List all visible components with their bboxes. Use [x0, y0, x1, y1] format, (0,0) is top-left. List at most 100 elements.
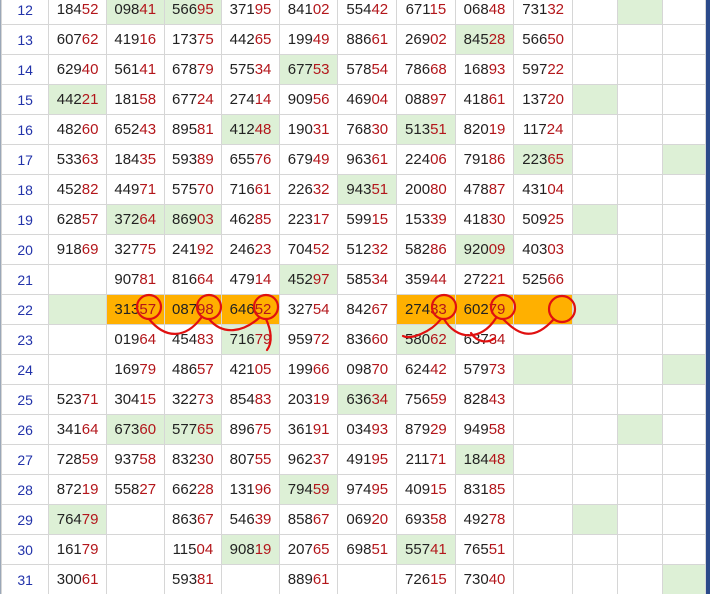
empty-cell [661, 114, 706, 145]
number-cell: 93758 [105, 444, 165, 475]
number-cell: 08897 [396, 84, 456, 115]
number-cell: 06848 [454, 0, 515, 25]
number-cell: 20765 [278, 534, 339, 565]
number-cell: 19031 [278, 114, 339, 145]
number-cell: 56695 [163, 0, 223, 25]
table-row: 23 01964 45483 71679 95972 83660 58062 63734 [1, 324, 706, 355]
number-cell: 96361 [337, 144, 398, 175]
number-cell: 84102 [278, 0, 339, 25]
empty-cell [571, 384, 618, 415]
row-number: 24 [1, 354, 50, 385]
number-cell: 48657 [163, 354, 223, 385]
empty-cell [571, 144, 618, 175]
number-cell: 22317 [278, 204, 339, 235]
empty-cell [661, 174, 706, 205]
table-row: 29 76479 86367 54639 85867 06920 69358 49278 [1, 504, 706, 535]
number-cell: 24623 [221, 234, 280, 265]
number-cell: 79459 [278, 474, 339, 505]
empty-cell [337, 564, 398, 594]
number-cell: 18435 [105, 144, 165, 175]
number-cell: 18158 [105, 84, 165, 115]
empty-cell [661, 504, 706, 535]
table-row: 17 53363 18435 59389 65576 67949 96361 22406 791… [1, 144, 706, 175]
row-number: 23 [1, 324, 50, 355]
number-cell: 50925 [513, 204, 573, 235]
empty-cell [48, 294, 107, 325]
number-cell: 37195 [221, 0, 280, 25]
empty-cell [571, 0, 618, 25]
number-cell: 35944 [396, 264, 456, 295]
empty-cell [616, 144, 663, 175]
number-cell: 86367 [163, 504, 223, 535]
number-cell: 51232 [337, 234, 398, 265]
table-row: 22 31357 08798 64652 32754 84267 27433 60279 [1, 294, 706, 325]
number-cell: 41861 [454, 84, 515, 115]
number-cell: 82843 [454, 384, 515, 415]
number-cell: 59722 [513, 54, 573, 85]
number-cell: 57534 [221, 54, 280, 85]
number-cell: 31357 [105, 294, 165, 325]
empty-cell [513, 444, 573, 475]
number-cell: 13720 [513, 84, 573, 115]
empty-cell [616, 264, 663, 295]
number-cell: 90819 [221, 534, 280, 565]
number-cell: 96237 [278, 444, 339, 475]
number-cell: 58286 [396, 234, 456, 265]
empty-cell [616, 114, 663, 145]
number-cell: 65243 [105, 114, 165, 145]
row-number: 30 [1, 534, 50, 565]
number-cell: 58534 [337, 264, 398, 295]
table-row: 12 18452 09841 56695 37195 84102 55442 67115 068… [1, 0, 706, 25]
empty-cell [616, 564, 663, 594]
table-row: 18 45282 44971 57570 71661 22632 94351 20080 478… [1, 174, 706, 205]
empty-cell [513, 414, 573, 445]
empty-cell [513, 294, 573, 325]
empty-cell [616, 354, 663, 385]
empty-cell [661, 24, 706, 55]
results-table-frame: 12 18452 09841 56695 37195 84102 55442 67115 068… [0, 0, 710, 594]
number-cell: 53363 [48, 144, 107, 175]
number-cell: 18448 [454, 444, 515, 475]
empty-cell [616, 504, 663, 535]
number-cell: 46285 [221, 204, 280, 235]
number-cell: 67949 [278, 144, 339, 175]
number-cell: 32754 [278, 294, 339, 325]
number-cell: 83230 [163, 444, 223, 475]
table-row: 20 91869 32775 24192 24623 70452 51232 58286 920… [1, 234, 706, 265]
number-cell: 22632 [278, 174, 339, 205]
number-cell: 49195 [337, 444, 398, 475]
empty-cell [571, 474, 618, 505]
empty-cell [616, 0, 663, 25]
number-cell: 67115 [396, 0, 456, 25]
empty-cell [571, 84, 618, 115]
number-cell: 67753 [278, 54, 339, 85]
number-cell: 41830 [454, 204, 515, 235]
number-cell: 19966 [278, 354, 339, 385]
empty-cell [571, 114, 618, 145]
number-cell: 58062 [396, 324, 456, 355]
number-cell: 52566 [513, 264, 573, 295]
number-cell: 30415 [105, 384, 165, 415]
number-cell: 63634 [337, 384, 398, 415]
results-table: 12 18452 09841 56695 37195 84102 55442 67115 068… [1, 0, 706, 594]
row-number: 20 [1, 234, 50, 265]
number-cell: 13196 [221, 474, 280, 505]
number-cell: 85483 [221, 384, 280, 415]
number-cell: 62940 [48, 54, 107, 85]
number-cell: 27433 [396, 294, 456, 325]
empty-cell [661, 414, 706, 445]
number-cell: 62442 [396, 354, 456, 385]
number-cell: 76551 [454, 534, 515, 565]
number-cell: 89675 [221, 414, 280, 445]
empty-cell [616, 474, 663, 505]
number-cell: 70452 [278, 234, 339, 265]
row-number: 25 [1, 384, 50, 415]
empty-cell [513, 534, 573, 565]
number-cell: 76830 [337, 114, 398, 145]
number-cell: 36191 [278, 414, 339, 445]
number-cell: 67879 [163, 54, 223, 85]
empty-cell [571, 234, 618, 265]
empty-cell [661, 384, 706, 415]
table-row: 21 90781 81664 47914 45297 58534 35944 27221 525… [1, 264, 706, 295]
number-cell: 57570 [163, 174, 223, 205]
